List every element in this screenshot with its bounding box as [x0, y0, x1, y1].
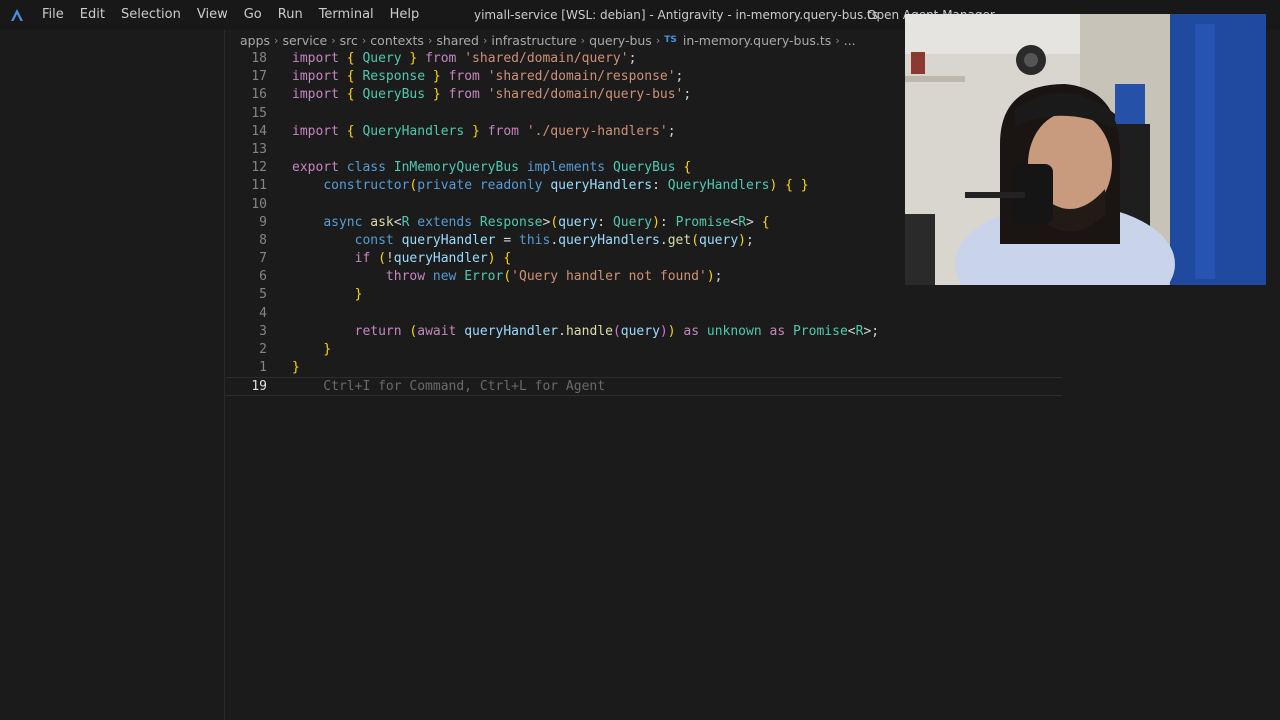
chevron-right-icon: › [361, 33, 367, 47]
chevron-right-icon: › [482, 33, 488, 47]
code-text: } [292, 360, 300, 376]
code-line[interactable]: 4 [226, 305, 1062, 323]
webcam-overlay [905, 14, 1266, 285]
code-text: import { QueryHandlers } from './query-h… [292, 123, 676, 139]
breadcrumb-item[interactable]: contexts [370, 33, 424, 48]
line-number: 11 [251, 178, 267, 194]
line-number: 4 [259, 305, 267, 321]
chevron-right-icon: › [274, 33, 279, 47]
code-text: export class InMemoryQueryBus implements… [292, 160, 692, 176]
code-text: throw new Error('Query handler not found… [385, 269, 723, 285]
menu-go[interactable]: Go [236, 0, 270, 30]
breadcrumb-item[interactable]: shared [436, 33, 479, 48]
code-text: if (!queryHandler) { [354, 251, 512, 267]
line-number: 16 [251, 87, 267, 103]
menu-terminal[interactable]: Terminal [311, 0, 382, 30]
line-number: 10 [251, 196, 267, 212]
menu-bar: File Edit Selection View Go Run Terminal… [34, 0, 427, 30]
line-number: 2 [259, 342, 267, 357]
code-text: import { Query } from 'shared/domain/que… [292, 51, 637, 66]
chevron-right-icon: › [331, 33, 336, 47]
breadcrumb: apps › service › src › contexts › shared › in… [240, 31, 856, 49]
line-number: 13 [251, 141, 267, 157]
antigravity-logo-icon [0, 0, 34, 30]
menu-edit[interactable]: Edit [72, 0, 113, 30]
code-text: return (await queryHandler.handle(query)… [354, 323, 880, 339]
breadcrumb-more[interactable]: ... [844, 33, 856, 48]
line-number: 9 [259, 214, 267, 230]
chevron-right-icon: › [655, 33, 661, 47]
menu-file[interactable]: File [34, 0, 72, 30]
code-line[interactable]: 1} [226, 359, 1062, 377]
code-text: constructor(private readonly queryHandle… [323, 178, 809, 194]
code-text: } [354, 287, 363, 303]
menu-view[interactable]: View [189, 0, 236, 30]
line-number: 12 [251, 160, 267, 176]
line-number: 14 [251, 123, 267, 139]
menu-selection[interactable]: Selection [113, 0, 189, 30]
window-title: yimall-service [WSL: debian] - Antigravi… [474, 8, 879, 22]
typescript-icon: TS [664, 35, 677, 45]
menu-help[interactable]: Help [382, 0, 428, 30]
code-line[interactable]: 19 Ctrl+I for Command, Ctrl+L for Agent [226, 377, 1062, 396]
line-number: 5 [259, 287, 267, 303]
breadcrumb-item[interactable]: infrastructure [491, 33, 576, 48]
code-text: import { QueryBus } from 'shared/domain/… [292, 87, 692, 103]
chevron-right-icon: › [580, 33, 586, 47]
code-line[interactable]: 3 return (await queryHandler.handle(quer… [226, 323, 1062, 341]
line-number: 18 [251, 51, 267, 66]
code-text: } [323, 342, 332, 357]
chevron-right-icon: › [835, 33, 840, 47]
line-number: 6 [259, 269, 267, 285]
line-number: 7 [259, 251, 267, 267]
line-number: 8 [259, 232, 267, 248]
line-number: 17 [251, 69, 267, 85]
code-line[interactable]: 2 } [226, 341, 1062, 359]
breadcrumb-item[interactable]: query-bus [589, 33, 652, 48]
line-number: 19 [251, 379, 267, 395]
code-text: import { Response } from 'shared/domain/… [292, 69, 684, 85]
line-number: 15 [251, 105, 267, 121]
webcam-image [905, 14, 1266, 285]
breadcrumb-item[interactable]: service [282, 33, 327, 48]
code-text: const queryHandler = this.queryHandlers.… [354, 232, 754, 248]
breadcrumb-file[interactable]: in-memory.query-bus.ts [683, 33, 831, 48]
line-number: 1 [259, 360, 267, 376]
line-number: 3 [259, 323, 267, 339]
inline-hint: Ctrl+I for Command, Ctrl+L for Agent [292, 379, 606, 395]
breadcrumb-item[interactable]: src [340, 33, 358, 48]
chevron-right-icon: › [427, 33, 433, 47]
code-text: async ask<R extends Response>(query: Que… [323, 214, 770, 230]
code-line[interactable]: 5 } [226, 286, 1062, 304]
code-text: Ctrl+I for Command, Ctrl+L for Agent [292, 378, 605, 396]
breadcrumb-item[interactable]: apps [240, 33, 270, 48]
sidebar-panel [0, 30, 225, 720]
menu-run[interactable]: Run [270, 0, 311, 30]
